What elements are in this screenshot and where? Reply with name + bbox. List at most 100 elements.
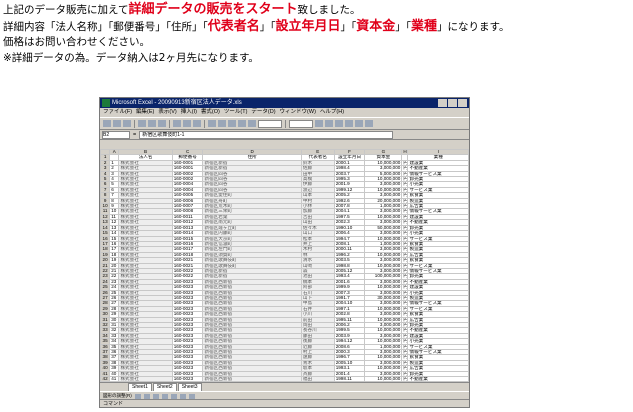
table-cell: 円	[401, 305, 409, 313]
table-cell: 円	[401, 251, 409, 259]
intro-line-2-sep-3: 」「	[395, 20, 412, 33]
menu-item: 表示(V)	[158, 109, 177, 115]
font-select	[289, 119, 313, 128]
preview-icon	[148, 120, 156, 127]
formula-input: 新宿区歌舞伎町1-1	[139, 130, 394, 139]
table-cell: 円	[401, 181, 409, 188]
table-cell: 円	[401, 192, 409, 199]
oval-icon	[161, 393, 168, 399]
field-representative: 代表者名	[207, 18, 260, 34]
excel-window-title: Microsoft Excel - 20090913新宿区法人データ.xls	[112, 100, 242, 106]
table-cell: 円	[401, 321, 409, 329]
table-cell: 円	[401, 359, 409, 367]
table-cell: 円	[401, 267, 409, 275]
table-cell: 円	[401, 365, 409, 372]
font-color-icon	[188, 393, 195, 399]
intro-line-4: ※詳細データの為。データ納入は2ヶ月先になります。	[3, 51, 259, 64]
intro-line-2: 詳細内容「法人名称」「郵便番号」「住所」「代表者名」「設立年月日」「資本金」「業…	[3, 19, 623, 36]
copy-icon	[183, 120, 191, 127]
chart-icon	[248, 120, 256, 127]
toolbar-separator	[204, 119, 205, 128]
cut-icon	[173, 120, 181, 127]
excel-screenshot: Microsoft Excel - 20090913新宿区法人データ.xls フ…	[99, 97, 470, 408]
table-cell: 円	[401, 262, 409, 269]
menu-item: 編集(E)	[136, 109, 155, 115]
table-cell: 円	[401, 370, 409, 378]
intro-line-2-sep-2: 」「	[340, 20, 357, 33]
close-icon	[458, 99, 467, 107]
intro-line-1-before: 上記のデータ販売に加えて	[3, 4, 129, 16]
intro-line-2-lead: 詳細内容「法人名称」「郵便番号」「住所」「	[3, 20, 208, 33]
table-cell: 円	[401, 332, 409, 340]
new-icon	[103, 120, 111, 127]
table-cell: 円	[401, 208, 409, 215]
table-cell: 円	[401, 203, 409, 210]
arrow-icon	[134, 393, 141, 399]
spelling-icon	[158, 120, 166, 127]
redo-icon	[218, 120, 226, 127]
status-bar: コマンド	[100, 399, 469, 407]
align-left-icon	[345, 120, 353, 127]
toolbar-separator	[285, 119, 286, 128]
intro-line-1-after: 致しました。	[297, 4, 361, 16]
table-cell: 円	[401, 294, 409, 302]
table-cell: 円	[401, 175, 409, 183]
table-cell: 円	[401, 235, 409, 242]
menu-item: 挿入(I)	[180, 109, 197, 115]
table-cell: 円	[401, 230, 409, 237]
table-cell: 円	[401, 170, 409, 178]
toolbar-separator	[134, 119, 135, 128]
menu-item: データ(D)	[251, 109, 276, 115]
intro-line-2-tail: 」になります。	[437, 20, 510, 33]
toolbar-separator	[169, 119, 170, 128]
save-icon	[123, 120, 131, 127]
excel-titlebar: Microsoft Excel - 20090913新宿区法人データ.xls	[100, 98, 469, 108]
table-cell: 円	[401, 246, 409, 253]
table-cell: 円	[401, 219, 409, 226]
table-cell: 円	[401, 316, 409, 324]
align-right-icon	[365, 120, 373, 127]
menu-item: ファイル(F)	[103, 109, 133, 115]
open-icon	[113, 120, 121, 127]
spreadsheet-grid: ABCDEFGHI 1 法人名 郵便番号 住所 代表者名 設立年月日 資本金 業種 2 1 株式会社…	[100, 149, 469, 382]
intro-line-1-emphasis: 詳細データの販売をスタート	[128, 2, 298, 17]
table-cell: 円	[401, 273, 409, 280]
excel-standard-toolbar	[100, 117, 469, 130]
table-cell: 円	[401, 300, 409, 307]
menu-item: ウィンドウ(W)	[279, 109, 316, 115]
field-industry: 業種	[411, 18, 438, 34]
menu-item: ツール(T)	[223, 109, 248, 115]
fill-color-icon	[179, 393, 186, 399]
bold-icon	[315, 120, 323, 127]
formula-bar: B2 = 新宿区歌舞伎町1-1	[100, 130, 469, 140]
intro-line-2-sep-1: 」「	[259, 20, 276, 33]
table-cell: 円	[401, 311, 409, 318]
italic-icon	[325, 120, 333, 127]
maximize-icon	[448, 99, 457, 107]
spreadsheet-table: ABCDEFGHI 1 法人名 郵便番号 住所 代表者名 設立年月日 資本金 業種 2 1 株式会社…	[100, 149, 469, 382]
window-buttons	[438, 99, 467, 107]
line-icon	[143, 393, 150, 399]
print-icon	[138, 120, 146, 127]
excel-app-icon	[102, 99, 110, 107]
sort-icon	[238, 120, 246, 127]
textbox-icon	[170, 393, 177, 399]
menu-item: ヘルプ(H)	[319, 109, 345, 115]
menu-item: 書式(O)	[200, 109, 220, 115]
name-box: B2	[102, 130, 130, 139]
sheet-tab-bar: Sheet1 Sheet2 Sheet3	[100, 382, 469, 392]
field-capital: 資本金	[356, 18, 396, 34]
paste-icon	[193, 120, 201, 127]
table-cell: 円	[401, 343, 409, 351]
intro-line-3: 価格はお問い合わせください。	[3, 36, 150, 48]
table-cell: 設立年月日	[333, 154, 366, 161]
table-cell: 円	[401, 289, 409, 297]
sum-icon	[228, 120, 236, 127]
table-cell: 円	[401, 354, 409, 361]
table-cell: 円	[401, 197, 409, 205]
table-cell: 円	[401, 338, 409, 345]
table-cell: 円	[401, 284, 409, 291]
zoom-select	[258, 119, 282, 128]
align-center-icon	[355, 120, 363, 127]
excel-menubar: ファイル(F) 編集(E) 表示(V) 挿入(I) 書式(O) ツール(T) データ(D) ウ…	[100, 108, 469, 117]
